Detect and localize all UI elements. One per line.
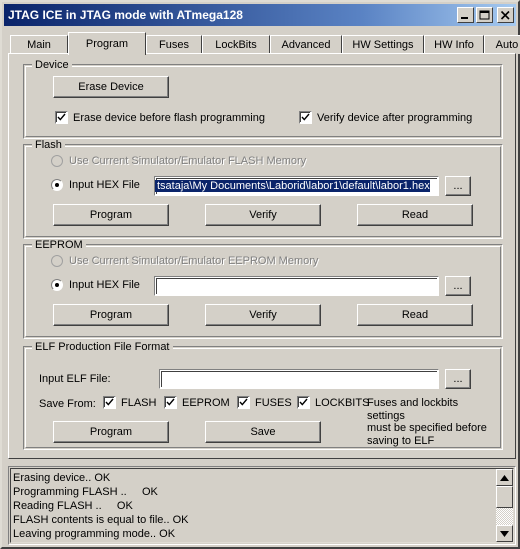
erase-before-flash-checkbox[interactable]: Erase device before flash programming: [55, 111, 265, 124]
save-from-flash-label: FLASH: [121, 396, 157, 409]
flash-use-current-memory-radio: Use Current Simulator/Emulator FLASH Mem…: [51, 155, 306, 167]
flash-program-button[interactable]: Program: [53, 204, 169, 226]
tab-auto[interactable]: Auto: [484, 35, 520, 54]
flash-group-title: Flash: [32, 139, 65, 151]
flash-use-current-memory-label: Use Current Simulator/Emulator FLASH Mem…: [69, 155, 307, 167]
checkmark-icon: [55, 111, 68, 124]
scrollbar-thumb[interactable]: [496, 486, 513, 508]
chevron-up-icon: [500, 475, 509, 481]
flash-browse-button[interactable]: ...: [445, 176, 471, 196]
save-from-flash-checkbox[interactable]: FLASH: [103, 396, 156, 409]
tab-fuses[interactable]: Fuses: [146, 35, 202, 54]
window-controls: [457, 7, 514, 23]
eeprom-input-hex-radio[interactable]: Input HEX File: [51, 279, 140, 291]
flash-hex-file-value: tsataja\My Documents\Laborid\labor1\defa…: [155, 180, 430, 192]
scroll-down-button[interactable]: [496, 525, 513, 542]
radio-unselected-icon: [51, 155, 63, 167]
elf-input-label: Input ELF File:: [39, 373, 111, 385]
flash-input-hex-label: Input HEX File: [69, 179, 140, 191]
save-from-fuses-checkbox[interactable]: FUSES: [237, 396, 292, 409]
checkmark-icon: [103, 396, 116, 409]
eeprom-read-button[interactable]: Read: [357, 304, 473, 326]
minimize-icon: [461, 17, 468, 19]
save-from-lockbits-label: LOCKBITS: [315, 396, 370, 409]
checkmark-icon: [164, 396, 177, 409]
eeprom-use-current-memory-radio: Use Current Simulator/Emulator EEPROM Me…: [51, 255, 318, 267]
eeprom-use-current-memory-label: Use Current Simulator/Emulator EEPROM Me…: [69, 255, 319, 267]
save-from-eeprom-checkbox[interactable]: EEPROM: [164, 396, 230, 409]
jtag-ice-window: JTAG ICE in JTAG mode with ATmega128 Mai…: [0, 0, 520, 549]
device-group-title: Device: [32, 59, 72, 71]
elf-save-button[interactable]: Save: [205, 421, 321, 443]
elf-browse-button[interactable]: ...: [445, 369, 471, 389]
save-from-label: Save From:: [39, 398, 96, 410]
elf-file-input[interactable]: [159, 369, 439, 389]
close-icon: [500, 10, 510, 20]
log-line: Erasing device.. OK: [13, 472, 111, 484]
tab-main[interactable]: Main: [10, 35, 68, 54]
maximize-button[interactable]: [476, 7, 493, 23]
tab-strip: Main Program Fuses LockBits Advanced HW …: [10, 32, 520, 55]
elf-hint-text: Fuses and lockbits settings must be spec…: [367, 397, 487, 447]
log-lines: Erasing device.. OK Programming FLASH ..…: [13, 471, 493, 542]
log-line: Leaving programming mode.. OK: [13, 528, 176, 540]
eeprom-browse-button[interactable]: ...: [445, 276, 471, 296]
elf-program-button[interactable]: Program: [53, 421, 169, 443]
save-from-eeprom-label: EEPROM: [182, 396, 230, 409]
log-line: Reading FLASH .. OK: [13, 500, 133, 512]
save-from-fuses-label: FUSES: [255, 396, 292, 409]
log-line: Programming FLASH .. OK: [13, 486, 158, 498]
checkmark-icon: [237, 396, 250, 409]
tab-hw-settings[interactable]: HW Settings: [342, 35, 424, 54]
verify-after-programming-checkbox[interactable]: Verify device after programming: [299, 111, 472, 124]
verify-after-programming-label: Verify device after programming: [317, 111, 473, 124]
eeprom-verify-button[interactable]: Verify: [205, 304, 321, 326]
eeprom-group-title: EEPROM: [32, 239, 86, 251]
program-tab-page: Device Erase Device Erase device before …: [8, 53, 516, 459]
minimize-button[interactable]: [457, 7, 474, 23]
title-bar[interactable]: JTAG ICE in JTAG mode with ATmega128: [4, 4, 516, 26]
log-scrollbar[interactable]: [496, 469, 513, 542]
eeprom-hex-file-input[interactable]: [154, 276, 439, 296]
checkmark-icon: [297, 396, 310, 409]
save-from-lockbits-checkbox[interactable]: LOCKBITS: [297, 396, 369, 409]
radio-selected-icon: [51, 179, 63, 191]
flash-input-hex-radio[interactable]: Input HEX File: [51, 179, 140, 191]
tab-advanced[interactable]: Advanced: [270, 35, 342, 54]
checkmark-icon: [299, 111, 312, 124]
window-title: JTAG ICE in JTAG mode with ATmega128: [8, 8, 243, 22]
flash-hex-file-input[interactable]: tsataja\My Documents\Laborid\labor1\defa…: [154, 176, 439, 196]
maximize-icon: [479, 10, 490, 20]
status-log-panel: Erasing device.. OK Programming FLASH ..…: [8, 466, 516, 545]
close-button[interactable]: [497, 7, 514, 23]
flash-read-button[interactable]: Read: [357, 204, 473, 226]
scroll-up-button[interactable]: [496, 469, 513, 486]
tab-program[interactable]: Program: [68, 32, 146, 55]
flash-verify-button[interactable]: Verify: [205, 204, 321, 226]
tab-hw-info[interactable]: HW Info: [424, 35, 484, 54]
scrollbar-track[interactable]: [496, 486, 513, 525]
tab-lockbits[interactable]: LockBits: [202, 35, 270, 54]
elf-group-title: ELF Production File Format: [32, 341, 173, 353]
log-line: FLASH contents is equal to file.. OK: [13, 514, 189, 526]
eeprom-program-button[interactable]: Program: [53, 304, 169, 326]
eeprom-input-hex-label: Input HEX File: [69, 279, 140, 291]
radio-selected-icon: [51, 279, 63, 291]
chevron-down-icon: [500, 531, 509, 537]
erase-device-button[interactable]: Erase Device: [53, 76, 169, 98]
erase-before-flash-label: Erase device before flash programming: [73, 111, 265, 124]
radio-unselected-icon: [51, 255, 63, 267]
